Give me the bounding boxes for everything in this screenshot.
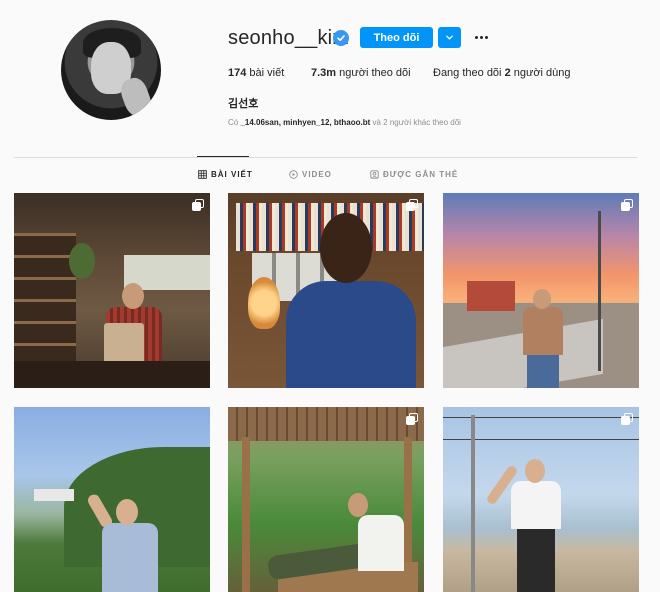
more-dot-icon (484, 35, 488, 39)
following-suffix: người dùng (510, 67, 571, 79)
post-tile[interactable] (14, 193, 210, 388)
suggestions-dropdown-button[interactable] (438, 27, 461, 48)
photo-gazebo-roof (228, 407, 424, 441)
followers-count: 7.3m (311, 67, 337, 79)
profile-header: seonho__kim Theo dõi 174 bài viết 7.3m n… (0, 0, 660, 158)
chevron-down-icon (446, 35, 453, 40)
profile-full-name: 김선호 (228, 98, 259, 110)
profile-username: seonho__kim (228, 27, 350, 49)
photo-person (248, 493, 408, 592)
multiple-images-icon (621, 199, 633, 211)
photo-shirt (358, 515, 404, 571)
photo-shirt (523, 307, 563, 355)
verified-badge-icon (333, 30, 349, 46)
tab-video[interactable]: VIDEO (289, 170, 332, 179)
posts-stat: 174 bài viết (228, 67, 284, 79)
followers-stat[interactable]: 7.3m người theo dõi (311, 67, 411, 79)
tab-tagged-label: ĐƯỢC GẮN THẺ (383, 170, 459, 179)
photo-person (485, 459, 577, 592)
post-tile[interactable] (228, 407, 424, 592)
posts-label: bài viết (246, 67, 285, 79)
followed-by-suffix: và 2 người khác theo dõi (370, 118, 461, 127)
followed-by-names: _14.06san, minhyen_12, bthaoo.bt (240, 118, 371, 127)
photo-pants (517, 529, 555, 592)
photo-person (521, 289, 565, 388)
multiple-images-icon (192, 199, 204, 211)
more-dot-icon (474, 35, 478, 39)
photo-lamp (248, 277, 280, 329)
photo-person (85, 491, 174, 592)
following-stat[interactable]: Đang theo dõi 2 người dùng (433, 67, 571, 79)
photo-building (34, 489, 74, 501)
tab-posts[interactable]: BÀI VIẾT (198, 170, 253, 179)
photo-head (348, 493, 368, 517)
grid-icon (198, 170, 207, 179)
photo-pants (527, 355, 559, 388)
followed-by-prefix: Có (228, 118, 241, 127)
tab-posts-label: BÀI VIẾT (211, 170, 253, 179)
photo-lamppost (598, 211, 601, 371)
multiple-images-icon (406, 413, 418, 425)
posts-count: 174 (228, 67, 247, 79)
photo-shelf (14, 233, 76, 373)
photo-pole (471, 415, 475, 592)
more-dot-icon (479, 35, 483, 39)
avatar-hand (117, 74, 155, 120)
photo-sweater (286, 281, 416, 388)
tab-video-label: VIDEO (302, 170, 332, 179)
followers-label: người theo dõi (336, 67, 411, 79)
photo-shirt (102, 523, 158, 592)
more-options-button[interactable] (472, 28, 490, 46)
multiple-images-icon (406, 199, 418, 211)
tag-icon (370, 170, 379, 179)
followed-by-text[interactable]: Có _14.06san, minhyen_12, bthaoo.bt và 2… (228, 118, 461, 127)
photo-head (122, 283, 144, 309)
profile-avatar[interactable] (61, 20, 161, 120)
follow-button[interactable]: Theo dõi (360, 27, 433, 48)
photo-plant (69, 243, 95, 279)
photo-head (320, 213, 372, 283)
post-tile[interactable] (443, 193, 639, 388)
photo-head (116, 499, 138, 525)
photo-head (533, 289, 551, 309)
post-tile[interactable] (14, 407, 210, 592)
tab-tagged[interactable]: ĐƯỢC GẮN THẺ (370, 170, 458, 179)
photo-building (467, 281, 515, 311)
active-tab-indicator (197, 156, 249, 157)
play-icon (289, 170, 298, 179)
photo-shirt (511, 481, 561, 529)
following-prefix: Đang theo dõi (433, 67, 505, 79)
post-tile[interactable] (228, 193, 424, 388)
post-tile[interactable] (443, 407, 639, 592)
photo-head (525, 459, 545, 483)
tabs-divider (14, 157, 637, 158)
profile-tabs: BÀI VIẾT VIDEO ĐƯỢC GẮN THẺ (0, 170, 660, 182)
multiple-images-icon (621, 413, 633, 425)
photo-counter (14, 361, 210, 388)
